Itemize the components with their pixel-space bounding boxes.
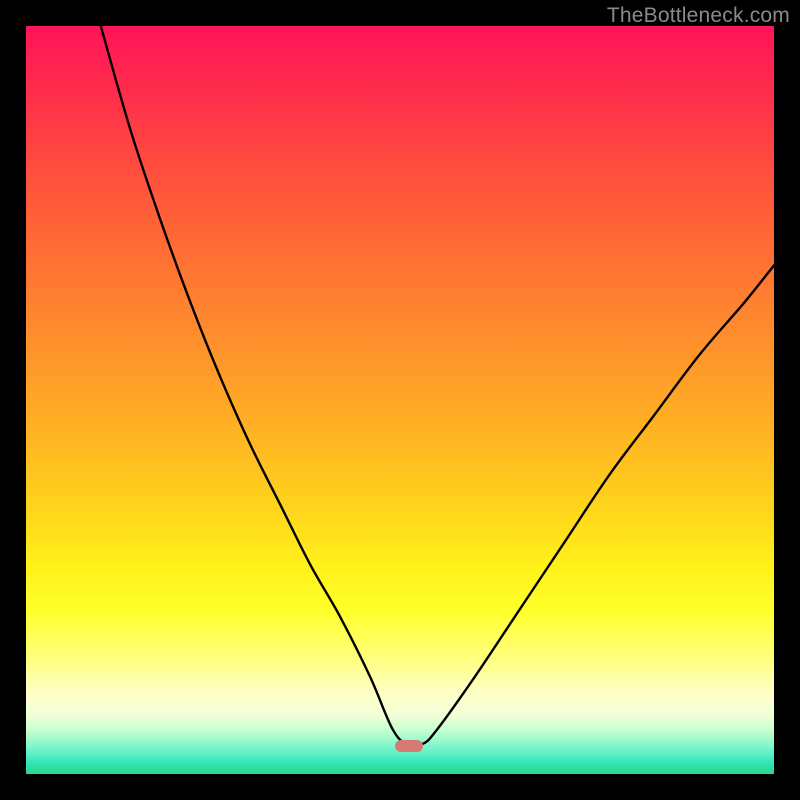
optimum-marker — [395, 740, 423, 752]
gradient-background — [26, 26, 774, 774]
chart-frame: TheBottleneck.com — [0, 0, 800, 800]
plot-area — [26, 26, 774, 774]
watermark-text: TheBottleneck.com — [607, 4, 790, 28]
